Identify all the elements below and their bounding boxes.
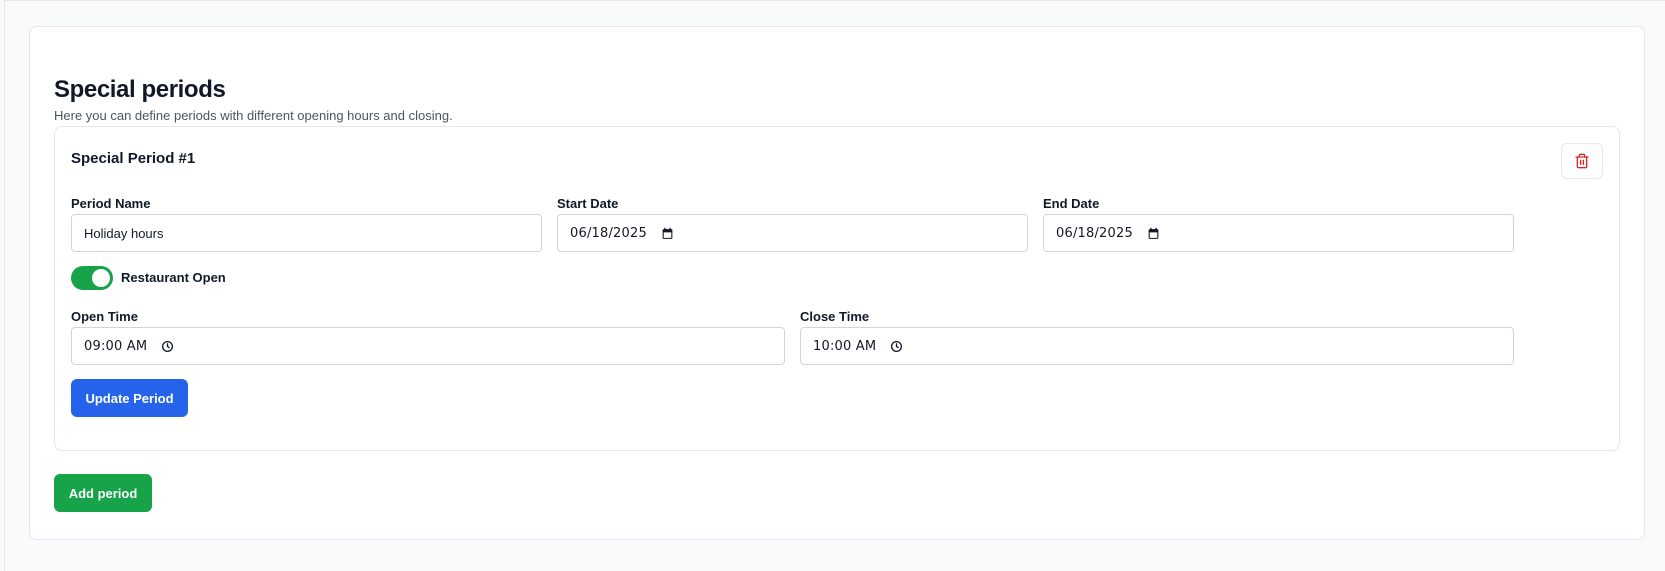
calendar-icon[interactable] xyxy=(1147,227,1160,240)
update-period-button[interactable]: Update Period xyxy=(71,379,188,417)
restaurant-open-toggle[interactable] xyxy=(71,266,113,290)
close-time-input[interactable]: 10:00 AM xyxy=(800,327,1514,365)
start-date-label: Start Date xyxy=(557,196,619,211)
delete-period-button[interactable] xyxy=(1561,143,1603,179)
period-name-input[interactable]: Holiday hours xyxy=(71,214,542,252)
special-periods-card: Special periods Here you can define peri… xyxy=(29,26,1645,540)
section-title: Special periods xyxy=(54,76,226,103)
start-date-value: 06/18/2025 xyxy=(570,225,647,241)
end-date-input[interactable]: 06/18/2025 xyxy=(1043,214,1514,252)
open-time-value: 09:00 AM xyxy=(84,338,148,354)
close-time-value: 10:00 AM xyxy=(813,338,877,354)
clock-icon[interactable] xyxy=(161,340,174,353)
open-time-label: Open Time xyxy=(71,309,138,324)
period-name-value: Holiday hours xyxy=(84,225,164,241)
clock-icon[interactable] xyxy=(890,340,903,353)
calendar-icon[interactable] xyxy=(661,227,674,240)
period-title: Special Period #1 xyxy=(71,150,196,167)
end-date-label: End Date xyxy=(1043,196,1100,211)
restaurant-open-label: Restaurant Open xyxy=(121,270,226,285)
section-subtitle: Here you can define periods with differe… xyxy=(54,108,453,123)
special-period-card: Special Period #1 Period Name Start Date… xyxy=(54,126,1620,451)
trash-icon xyxy=(1574,153,1590,169)
end-date-value: 06/18/2025 xyxy=(1056,225,1133,241)
toggle-knob xyxy=(92,269,110,287)
open-time-input[interactable]: 09:00 AM xyxy=(71,327,785,365)
period-name-label: Period Name xyxy=(71,196,151,211)
start-date-input[interactable]: 06/18/2025 xyxy=(557,214,1028,252)
add-period-button[interactable]: Add period xyxy=(54,474,152,512)
close-time-label: Close Time xyxy=(800,309,870,324)
